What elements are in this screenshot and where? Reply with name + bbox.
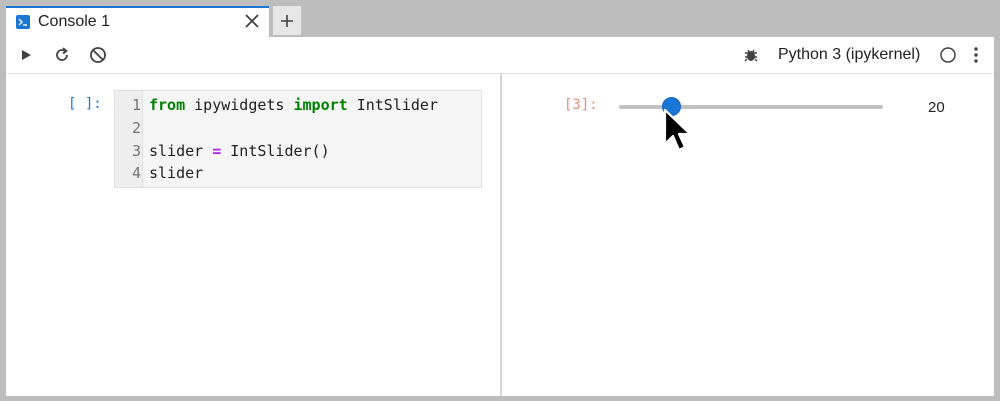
line-number-gutter: 1 2 3 4	[115, 91, 143, 187]
close-icon[interactable]	[242, 11, 262, 31]
code-editor[interactable]: 1 2 3 4 from ipywidgets import IntSlider…	[114, 90, 482, 188]
output-prompt: [3]:	[564, 97, 598, 113]
console-icon	[16, 15, 30, 29]
plus-icon[interactable]	[273, 6, 301, 35]
more-vertical-icon[interactable]	[966, 45, 986, 65]
console-panel: Python 3 (ipykernel) [ ]: 1 2 3 4 from i…	[6, 37, 994, 396]
output-pane: [3]: 20	[502, 74, 994, 396]
run-icon[interactable]	[16, 45, 36, 65]
line-number: 1	[131, 96, 141, 114]
input-pane: [ ]: 1 2 3 4 from ipywidgets import IntS…	[6, 74, 500, 396]
stop-icon[interactable]	[88, 45, 108, 65]
keyword-from: from	[149, 96, 186, 114]
line-number: 3	[131, 142, 141, 160]
tab-title: Console 1	[38, 13, 111, 30]
kernel-idle-icon	[938, 45, 958, 65]
tab-bar: Console 1	[0, 0, 1000, 37]
code-line-4: slider	[149, 164, 204, 182]
code-line-1: from ipywidgets import IntSlider	[149, 96, 438, 114]
input-prompt: [ ]:	[68, 96, 102, 112]
tab-console-1[interactable]: Console 1	[6, 6, 269, 37]
keyword-import: import	[293, 96, 348, 114]
line-number: 4	[131, 164, 141, 182]
bug-icon[interactable]	[741, 45, 761, 65]
line-number: 2	[131, 119, 141, 137]
mouse-pointer-icon	[663, 108, 692, 152]
slider-track[interactable]	[619, 105, 883, 109]
code-line-3: slider = IntSlider()	[149, 142, 330, 160]
operator-assign: =	[212, 142, 222, 160]
slider-value: 20	[928, 99, 945, 116]
restart-icon[interactable]	[52, 45, 72, 65]
kernel-name[interactable]: Python 3 (ipykernel)	[778, 46, 920, 64]
console-toolbar: Python 3 (ipykernel)	[6, 37, 994, 74]
